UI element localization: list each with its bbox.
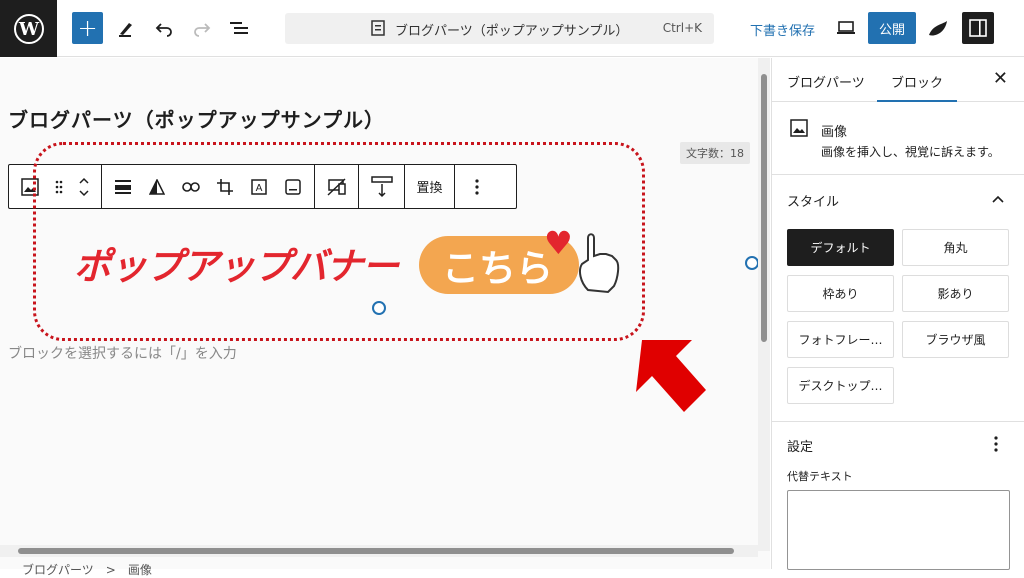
alt-text-input[interactable] (787, 490, 1010, 570)
style-browser[interactable]: ブラウザ風 (902, 321, 1009, 358)
wordpress-logo-button[interactable]: W (0, 0, 57, 57)
vertical-scrollbar-thumb[interactable] (761, 74, 767, 342)
style-shadow[interactable]: 影あり (902, 275, 1009, 312)
command-shortcut: Ctrl+K (662, 21, 702, 35)
vertical-scrollbar[interactable] (758, 58, 770, 551)
undo-button[interactable] (152, 16, 176, 40)
highlight-annotation (33, 142, 645, 341)
red-arrow-annotation (636, 340, 706, 412)
page-title[interactable]: ブログパーツ（ポップアップサンプル） (8, 104, 385, 133)
tools-button[interactable] (114, 16, 138, 40)
document-title-bar[interactable]: ブログパーツ（ポップアップサンプル） Ctrl+K (285, 13, 714, 44)
style-desktop[interactable]: デスクトップ… (787, 367, 894, 404)
block-description: 画像を挿入し、視覚に訴えます。 (821, 145, 1000, 159)
tab-block[interactable]: ブロック (876, 72, 958, 102)
publish-label: 公開 (878, 22, 905, 38)
save-draft-button[interactable]: 下書き保存 (750, 20, 815, 39)
leaf-icon (929, 21, 947, 36)
desktop-icon (837, 21, 855, 34)
settings-sidebar: ブログパーツ ブロック ✕ 画像 画像を挿入し、視覚に訴えます。 スタイル デフ… (771, 58, 1024, 570)
panel-divider (772, 421, 1024, 422)
horizontal-scrollbar[interactable] (0, 545, 758, 557)
wordpress-icon: W (13, 13, 44, 44)
document-icon (371, 20, 385, 36)
sidebar-icon (969, 19, 987, 37)
tab-post[interactable]: ブログパーツ (787, 72, 865, 91)
horizontal-scrollbar-thumb[interactable] (18, 548, 734, 554)
close-icon[interactable]: ✕ (993, 68, 1008, 89)
list-view-icon (230, 22, 248, 34)
undo-icon (155, 23, 172, 37)
plus-icon: + (77, 14, 98, 42)
document-overview-button[interactable] (228, 16, 252, 40)
vertical-ellipsis-icon[interactable] (994, 436, 998, 452)
style-rounded[interactable]: 角丸 (902, 229, 1009, 266)
block-info-card: 画像 画像を挿入し、視覚に訴えます。 (772, 103, 1024, 175)
svg-text:W: W (17, 19, 39, 40)
style-photo-frame[interactable]: フォトフレー… (787, 321, 894, 358)
preview-button[interactable] (834, 16, 858, 40)
block-breadcrumb[interactable]: ブログパーツ > 画像 (22, 561, 152, 578)
chevron-up-icon[interactable] (992, 195, 1004, 203)
block-name: 画像 (821, 125, 848, 140)
settings-panel-title: 設定 (787, 440, 814, 455)
redo-icon (194, 23, 211, 37)
resize-handle-bottom[interactable] (372, 301, 386, 315)
publish-button[interactable]: 公開 (868, 12, 916, 44)
redo-button[interactable] (190, 16, 214, 40)
alt-text-label: 代替テキスト (787, 470, 853, 483)
add-block-button[interactable]: + (72, 12, 103, 44)
editor-canvas: ブログパーツ（ポップアップサンプル） 文字数：18 A 置換 ポップアップバナー… (0, 58, 770, 577)
editor-top-bar: W + ブログパーツ（ポップアップサンプル） Ctrl+K 下書き保存 公開 (0, 0, 1024, 57)
style-default[interactable]: デフォルト (787, 229, 894, 266)
resize-handle-right[interactable] (745, 256, 759, 270)
styles-panel-title[interactable]: スタイル (787, 191, 839, 210)
sidebar-tabs: ブログパーツ ブロック ✕ (772, 58, 1024, 102)
settings-toggle-button[interactable] (962, 12, 994, 44)
block-placeholder[interactable]: ブロックを選択するには「/」を入力 (8, 343, 237, 363)
image-icon (790, 119, 808, 137)
plugin-button[interactable] (926, 16, 950, 40)
pencil-icon (119, 23, 132, 37)
style-bordered[interactable]: 枠あり (787, 275, 894, 312)
document-title: ブログパーツ（ポップアップサンプル） (395, 24, 629, 39)
character-count-badge: 文字数：18 (680, 142, 750, 164)
